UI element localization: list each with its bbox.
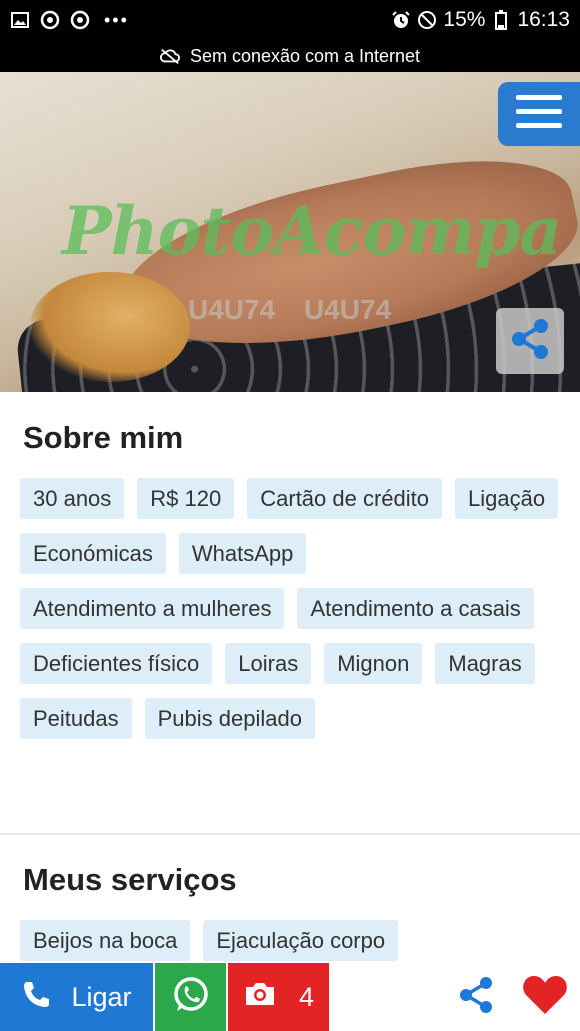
about-title: Sobre mim [23, 420, 184, 455]
tag-busty[interactable]: Peitudas [20, 698, 132, 739]
offline-text: Sem conexão com a Internet [189, 45, 421, 66]
about-section: Sobre mim 30 anos R$ 120 Cartão de crédi… [0, 392, 580, 739]
tag-call[interactable]: Ligação [455, 478, 559, 519]
whatsapp-button[interactable] [153, 963, 226, 1031]
phone-icon [21, 979, 51, 1016]
alarm-icon [391, 10, 411, 30]
services-title: Meus serviços [23, 862, 237, 897]
status-right: 15% 16:13 [391, 8, 570, 32]
tag-shaved[interactable]: Pubis depilado [144, 698, 315, 739]
tag-whatsapp[interactable]: WhatsApp [178, 533, 307, 574]
hamburger-menu-button[interactable] [498, 82, 580, 146]
tag-price[interactable]: R$ 120 [137, 478, 235, 519]
hamburger-menu-icon [516, 94, 562, 134]
tag-women[interactable]: Atendimento a mulheres [20, 588, 285, 629]
battery-percent: 15% [443, 8, 486, 31]
share-icon [508, 317, 552, 366]
tag-economicas[interactable]: Económicas [20, 533, 166, 574]
image-icon [10, 10, 30, 30]
photo-watermark: PhotoAcompa [62, 192, 562, 270]
tag-service[interactable]: Ejaculação corpo [203, 920, 399, 961]
status-bar: ••• 15% 16:13 [0, 0, 580, 40]
tag-credit-card[interactable]: Cartão de crédito [247, 478, 443, 519]
tag-blonde[interactable]: Loiras [225, 643, 312, 684]
photo-watermark-code: U4U74 [304, 294, 392, 325]
photo-watermark-code: U4U74 [188, 294, 276, 325]
offline-banner: Sem conexão com a Internet [0, 40, 580, 72]
clock: 16:13 [517, 8, 570, 31]
photo-share-button[interactable] [496, 308, 564, 374]
services-section: Meus serviços Beijos na boca Ejaculação … [0, 836, 580, 961]
about-tags: 30 anos R$ 120 Cartão de crédito Ligação… [20, 478, 560, 739]
favorite-button[interactable] [510, 963, 580, 1031]
bottom-bar-spacer [329, 963, 442, 1031]
chrome-icon [70, 10, 90, 30]
call-button[interactable]: Ligar [0, 963, 153, 1031]
cloud-off-icon [159, 46, 180, 66]
call-label: Ligar [71, 981, 132, 1012]
services-tags: Beijos na boca Ejaculação corpo [20, 920, 560, 961]
photos-button[interactable]: 4 [226, 963, 329, 1031]
tag-service[interactable]: Beijos na boca [20, 920, 191, 961]
whatsapp-icon [171, 975, 211, 1020]
tag-slim[interactable]: Magras [435, 643, 535, 684]
camera-icon [243, 980, 277, 1015]
bottom-action-bar: Ligar 4 [0, 963, 580, 1031]
profile-photo[interactable]: PhotoAcompa U4U74 U4U74 [0, 72, 580, 392]
section-divider [0, 833, 580, 835]
tag-couples[interactable]: Atendimento a casais [297, 588, 534, 629]
chrome-icon [40, 10, 60, 30]
photo-count: 4 [298, 981, 315, 1012]
photo-hair [30, 272, 190, 382]
more-dots-icon: ••• [104, 9, 129, 30]
heart-icon [522, 974, 568, 1021]
share-button[interactable] [442, 963, 510, 1031]
do-not-disturb-icon [417, 10, 437, 30]
tag-mignon[interactable]: Mignon [324, 643, 423, 684]
tag-disabled[interactable]: Deficientes físico [20, 643, 213, 684]
tag-age[interactable]: 30 anos [20, 478, 125, 519]
share-icon [456, 975, 496, 1020]
status-left: ••• [10, 10, 129, 31]
battery-icon [491, 10, 511, 30]
